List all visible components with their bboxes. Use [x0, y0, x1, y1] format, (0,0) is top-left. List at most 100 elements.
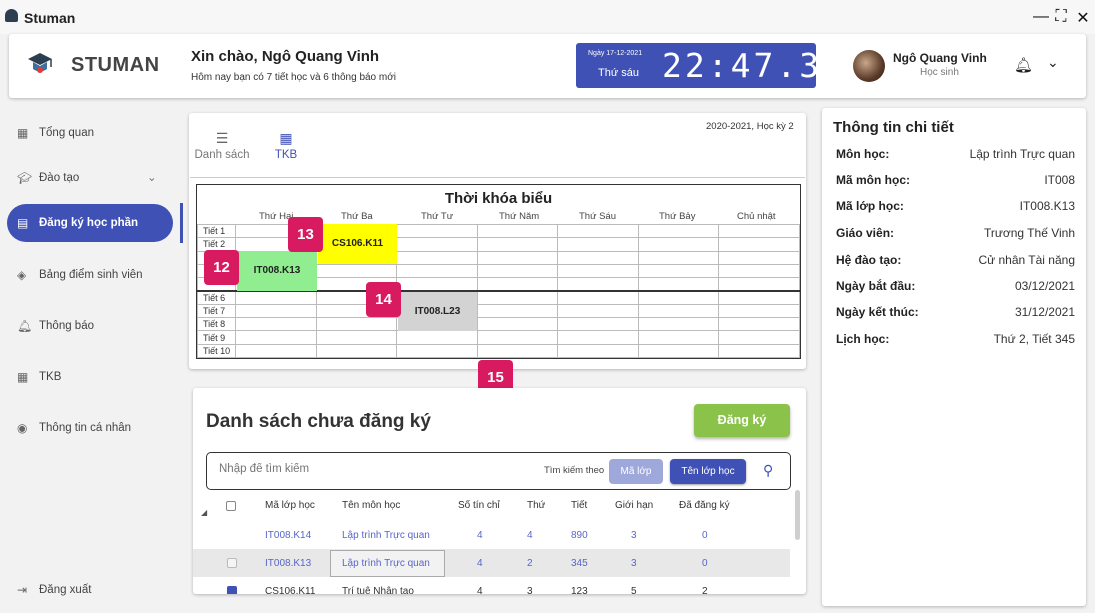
logout-button[interactable]: ⇥ Đăng xuất — [7, 571, 173, 609]
cell: Trí tuệ Nhân tạo — [342, 586, 414, 594]
folder-icon: ▤ — [17, 216, 29, 230]
cell: 3 — [631, 558, 637, 569]
sidebar-item-training[interactable]: 🎓︎ Đào tạo ⌄ — [7, 159, 173, 197]
register-button[interactable]: Đăng ký — [694, 404, 790, 437]
detail-label: Giáo viên: — [836, 226, 895, 240]
detail-label: Ngày kết thúc: — [836, 305, 919, 319]
period-label: Tiết 6 — [197, 290, 236, 305]
detail-value: IT008.K13 — [1019, 199, 1075, 213]
row-checkbox[interactable] — [227, 586, 237, 594]
list-icon: ☰ — [215, 130, 229, 146]
sidebar-item-label: TKB — [39, 371, 62, 383]
sort-triangle-icon: ◢ — [201, 508, 208, 517]
period-label: Tiết 1 — [197, 223, 236, 239]
cell: 0 — [702, 530, 708, 541]
column-header[interactable]: Đã đăng ký — [679, 500, 730, 511]
column-header[interactable]: Số tín chỉ — [458, 500, 500, 511]
row-checkbox[interactable] — [227, 558, 237, 568]
cell: 2 — [702, 586, 708, 594]
detail-label: Lịch học: — [836, 332, 890, 346]
diamond-icon: ◈ — [17, 268, 27, 282]
select-all-checkbox[interactable] — [226, 501, 236, 511]
cell: 4 — [477, 586, 483, 594]
sidebar-item-notifications[interactable]: 🔔︎ Thông báo — [7, 307, 173, 345]
person-icon: ◉ — [17, 421, 28, 435]
chevron-down-icon: ⌄ — [147, 172, 157, 184]
greeting: Xin chào, Ngô Quang Vinh — [191, 48, 380, 65]
detail-value: IT008 — [1044, 173, 1075, 187]
day-header: Thứ Sáu — [579, 211, 616, 222]
logout-icon: ⇥ — [17, 583, 28, 597]
user-role: Học sinh — [920, 67, 959, 78]
close-button[interactable]: ✕ — [1074, 8, 1092, 28]
search-icon[interactable]: ⚲ — [763, 462, 773, 479]
bell-icon[interactable]: 🔔︎ — [1014, 56, 1033, 74]
clock-weekday: Thứ sáu — [598, 67, 639, 79]
annotation-badge: 14 — [366, 282, 401, 317]
day-header: Thứ Bảy — [659, 211, 696, 222]
dashboard-icon: ▦ — [17, 126, 29, 140]
column-header[interactable]: Tên môn học — [342, 500, 400, 511]
calendar-icon: ▦ — [17, 370, 29, 384]
detail-value: 31/12/2021 — [1014, 305, 1075, 319]
tab-label: TKB — [274, 149, 298, 161]
period-label: Tiết 8 — [197, 317, 236, 332]
detail-value: 03/12/2021 — [1014, 279, 1075, 293]
cell: 123 — [571, 586, 588, 594]
brand-name: STUMAN — [71, 54, 160, 76]
tab-label: Danh sách — [194, 149, 250, 161]
cell: 890 — [571, 530, 588, 541]
sidebar-item-profile[interactable]: ◉ Thông tin cá nhân — [7, 409, 173, 447]
divider — [190, 177, 805, 178]
sidebar-item-course-registration[interactable]: ▤ Đăng ký học phần — [7, 204, 173, 242]
class-block-it008-l23[interactable]: IT008.L23 — [398, 292, 477, 331]
table-row[interactable]: IT008.K14 Lập trình Trực quan 4 4 890 3 … — [193, 521, 790, 549]
column-header[interactable]: Mã lớp học — [265, 500, 315, 511]
sidebar-item-grades[interactable]: ◈ Bảng điểm sinh viên — [7, 256, 173, 294]
timetable-title: Thời khóa biểu — [444, 190, 553, 207]
search-bar: Tìm kiếm theo Mã lớp Tên lớp học ⚲ — [206, 452, 791, 490]
sidebar-item-label: Thông tin cá nhân — [39, 422, 132, 434]
period-label: Tiết 10 — [197, 343, 236, 358]
period-label: Tiết 9 — [197, 330, 236, 345]
avatar[interactable] — [853, 50, 885, 82]
day-header: Thứ Ba — [341, 211, 373, 222]
cell: 5 — [631, 586, 637, 594]
clock-time: 22:47.39 — [662, 46, 845, 85]
app-logo-icon — [5, 9, 18, 22]
table-row[interactable]: CS106.K11 Trí tuệ Nhân tạo 4 3 123 5 2 — [193, 577, 790, 594]
day-header: Thứ Tư — [421, 211, 454, 222]
column-header[interactable]: Tiết — [571, 500, 587, 511]
clock-widget: Ngày 17-12-2021 Thứ sáu 22:47.39 — [576, 43, 842, 88]
detail-label: Môn học: — [836, 147, 890, 161]
timetable: Thời khóa biểu Thứ Hai Thứ Ba Thứ Tư Thứ… — [196, 184, 801, 359]
day-header: Chủ nhật — [737, 211, 776, 222]
logout-label: Đăng xuất — [39, 584, 92, 596]
sidebar-item-overview[interactable]: ▦ Tổng quan — [7, 114, 173, 152]
search-input[interactable] — [219, 463, 469, 475]
filter-chip-class-name[interactable]: Tên lớp học — [670, 459, 746, 484]
grid-icon: ▦ — [279, 130, 293, 146]
class-block-cs106[interactable]: CS106.K11 — [318, 224, 397, 264]
active-indicator — [180, 203, 183, 243]
filter-chip-class-code[interactable]: Mã lớp — [609, 459, 663, 484]
semester-label: 2020-2021, Học kỳ 2 — [706, 121, 794, 132]
period-label: Tiết 7 — [197, 303, 236, 319]
sidebar-item-label: Bảng điểm sinh viên — [39, 269, 143, 281]
detail-label: Mã lớp học: — [836, 199, 904, 213]
unregistered-list-panel: Danh sách chưa đăng ký Đăng ký Tìm kiếm … — [193, 388, 806, 594]
cell: Lập trình Trực quan — [342, 530, 430, 541]
class-block-it008-k13[interactable]: IT008.K13 — [237, 251, 317, 291]
chevron-down-icon[interactable]: ⌄ — [1047, 54, 1059, 71]
sidebar-item-tkb[interactable]: ▦ TKB — [7, 358, 173, 396]
search-by-label: Tìm kiếm theo — [544, 465, 605, 476]
minimize-button[interactable]: — — [1032, 8, 1050, 26]
graduation-cap-logo-icon — [25, 49, 55, 79]
list-view-tab[interactable]: ☰ Danh sách — [193, 130, 251, 161]
table-scrollbar[interactable] — [795, 490, 800, 540]
column-header[interactable]: Giới hạn — [615, 500, 653, 511]
maximize-button[interactable]: ⛶ — [1052, 8, 1070, 26]
table-row[interactable]: IT008.K13 Lập trình Trực quan 4 2 345 3 … — [193, 549, 790, 577]
tkb-view-tab[interactable]: ▦ TKB — [272, 130, 300, 161]
column-header[interactable]: Thứ — [527, 500, 545, 511]
